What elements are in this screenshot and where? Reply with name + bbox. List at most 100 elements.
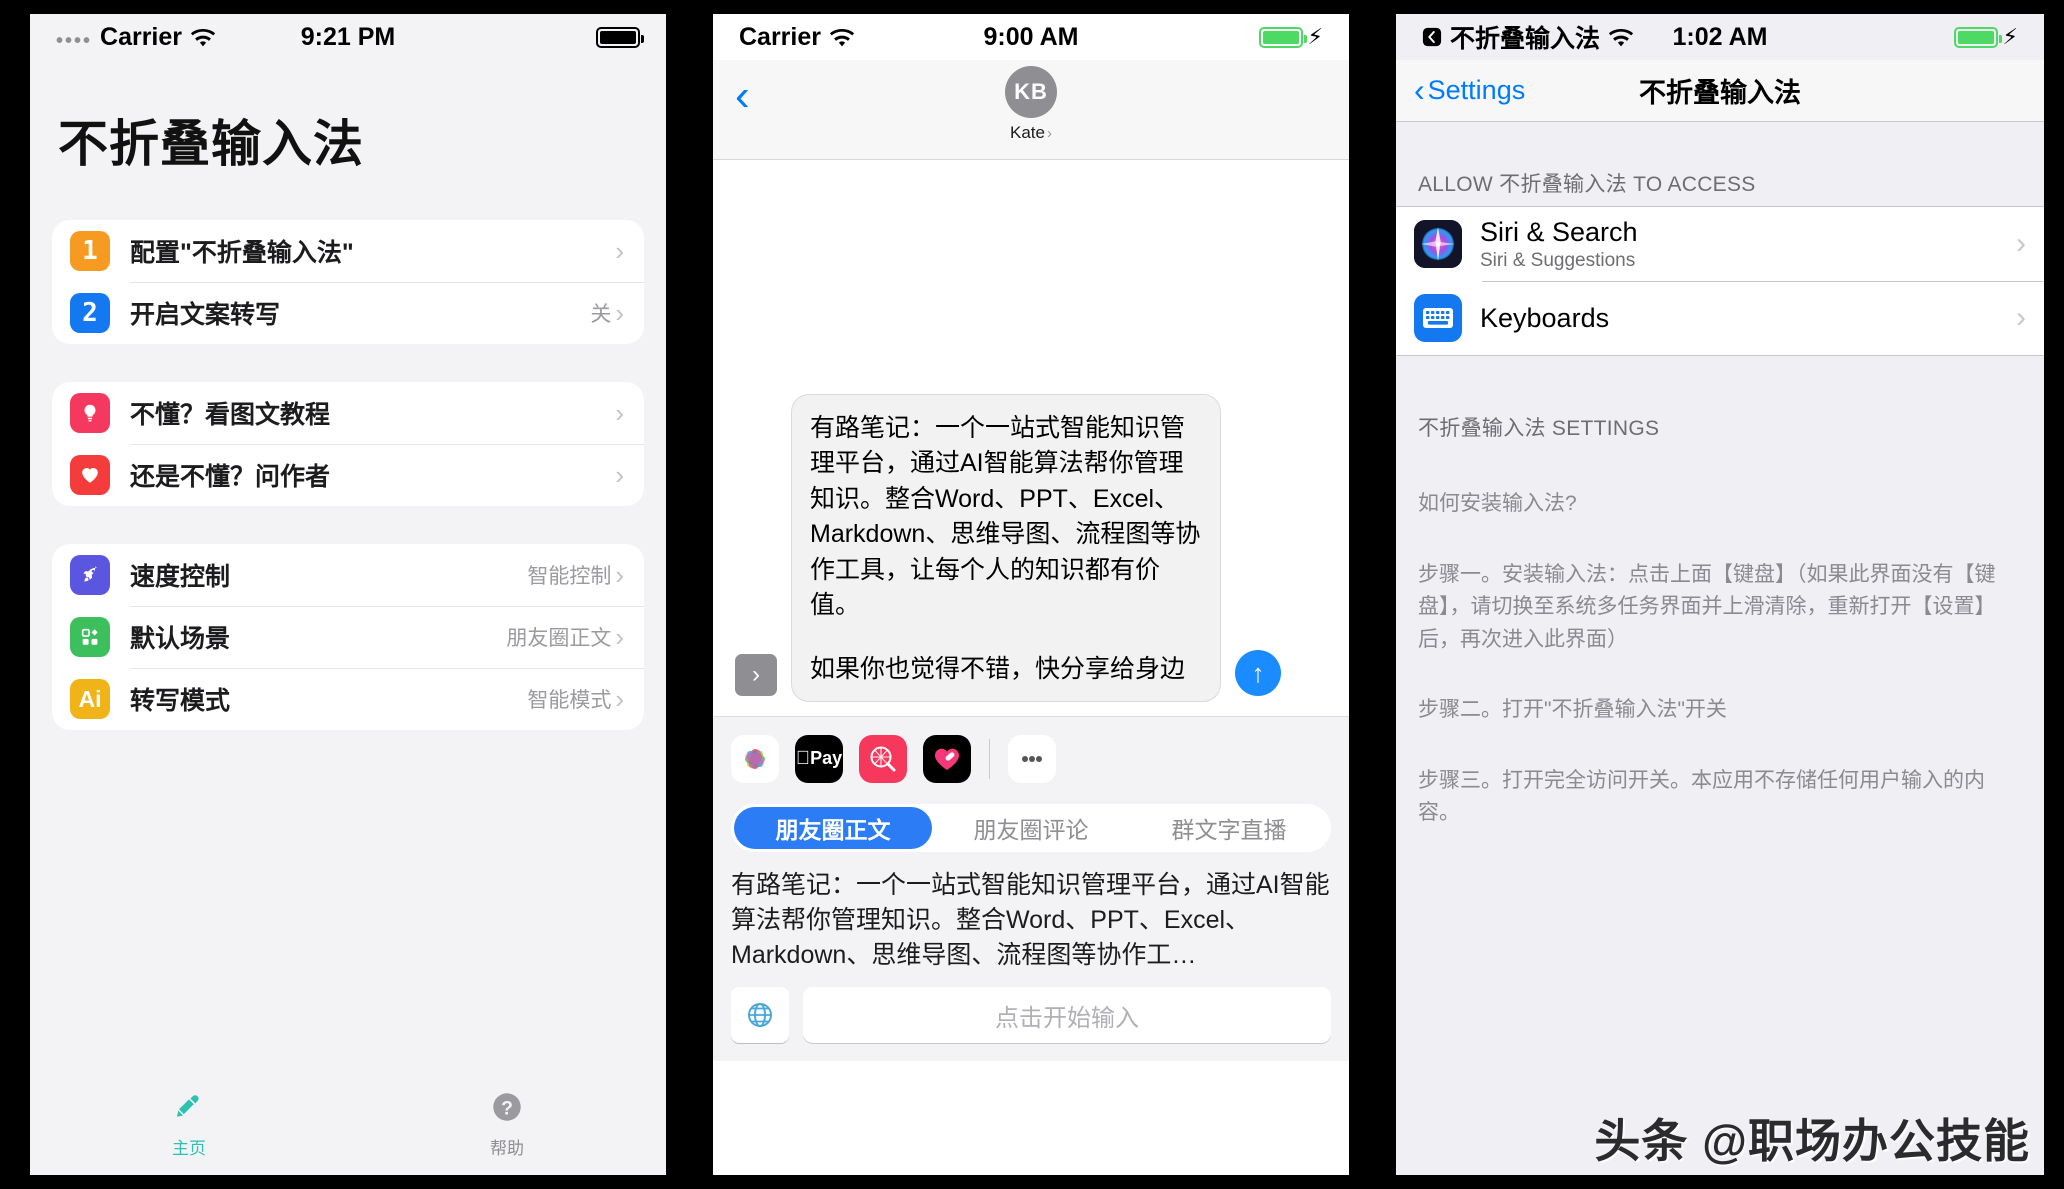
tab-home[interactable]: 主页 xyxy=(30,1091,348,1159)
row-siri-and-search[interactable]: Siri & Search Siri & Suggestions › xyxy=(1396,207,2044,281)
row-speed-control[interactable]: 速度控制 智能控制 › xyxy=(52,544,644,606)
phone-panel-app-home: •••• Carrier 9:21 PM 不折叠输入法 1 配置"不折叠输入法"… xyxy=(30,14,666,1175)
row-value: 朋友圈正文 xyxy=(506,627,612,650)
row-title: Keyboards xyxy=(1480,302,1610,333)
bubble-paragraph-1: 有路笔记：一个一站式智能知识管理平台，通过AI智能算法帮你管理知识。整合Word… xyxy=(810,413,1201,620)
number-two-icon: 2 xyxy=(70,293,110,333)
row-configure-ime[interactable]: 1 配置"不折叠输入法" › xyxy=(52,220,644,282)
section-header-app-settings: 不折叠输入法 SETTINGS xyxy=(1418,417,1660,440)
chevron-right-icon: › xyxy=(615,622,624,652)
lightning-bolt-icon: ⚡ xyxy=(1307,24,1323,49)
settings-card-options: 速度控制 智能控制 › 默认场景 朋友圈正文 › Ai 转写模式 智能模式 › xyxy=(52,544,644,730)
battery-icon xyxy=(596,26,644,48)
segment-group-live-text[interactable]: 群文字直播 xyxy=(1130,807,1328,849)
question-mark-icon: ? xyxy=(491,1091,523,1128)
row-value: 智能模式 xyxy=(527,689,612,712)
lightbulb-icon xyxy=(70,393,110,433)
row-view-tutorial[interactable]: 不懂？看图文教程 › xyxy=(52,382,644,444)
chevron-right-icon: › xyxy=(615,460,624,490)
tab-help[interactable]: ? 帮助 xyxy=(348,1091,666,1159)
number-one-icon: 1 xyxy=(70,231,110,271)
chevron-right-icon: › xyxy=(615,236,624,266)
segment-moments-post[interactable]: 朋友圈正文 xyxy=(734,807,932,849)
status-bar: Carrier 9:00 AM ⚡ xyxy=(713,14,1349,60)
search-input[interactable]: 点击开始输入 xyxy=(803,987,1331,1043)
settings-nav-bar: ‹ Settings 不折叠输入法 xyxy=(1396,60,2044,122)
tab-label: 帮助 xyxy=(490,1139,524,1158)
chevron-right-icon[interactable]: › xyxy=(735,654,777,696)
back-arrow-badge-icon[interactable] xyxy=(1422,27,1442,47)
keyboard-icon xyxy=(1414,294,1462,342)
row-label: 默认场景 xyxy=(130,625,231,653)
pen-icon xyxy=(173,1091,205,1128)
phone-panel-messages: Carrier 9:00 AM ⚡ ‹ KB Kate › › 有路笔记：一个一… xyxy=(713,14,1349,1175)
status-bar: 不折叠输入法 1:02 AM ⚡ xyxy=(1396,14,2044,60)
chevron-left-icon: ‹ xyxy=(1414,71,1425,108)
carrier-label: Carrier xyxy=(100,22,183,51)
watermark: 头条 @职场办公技能 xyxy=(1594,1115,2030,1167)
status-bar: •••• Carrier 9:21 PM xyxy=(30,14,666,60)
row-keyboards[interactable]: Keyboards › xyxy=(1396,281,2044,355)
divider xyxy=(989,738,990,779)
photos-icon[interactable] xyxy=(731,734,779,783)
tab-label: 主页 xyxy=(172,1139,206,1158)
chevron-right-icon: › xyxy=(1046,125,1052,142)
row-value: 智能控制 xyxy=(527,565,612,588)
signal-dots-icon: •••• xyxy=(56,30,93,52)
segment-moments-comment[interactable]: 朋友圈评论 xyxy=(932,807,1130,849)
chevron-right-icon: › xyxy=(2016,301,2026,334)
battery-charging-icon xyxy=(1953,26,2002,48)
more-dots-icon[interactable] xyxy=(1008,734,1056,783)
row-label: 速度控制 xyxy=(130,563,231,591)
row-subtitle: Siri & Suggestions xyxy=(1480,249,1636,271)
store-search-icon[interactable] xyxy=(859,734,907,783)
back-app-label: 不折叠输入法 xyxy=(1450,25,1601,53)
note-install-question: 如何安装输入法? xyxy=(1418,492,1577,515)
note-step-three: 步骤三。打开完全访问开关。本应用不存储任何用户输入的内容。 xyxy=(1418,768,1985,825)
row-enable-transcription[interactable]: 2 开启文案转写 关 › xyxy=(52,282,644,344)
row-label: 开启文案转写 xyxy=(130,301,281,329)
send-arrow-up-icon[interactable]: ↑ xyxy=(1235,650,1281,696)
imessage-app-strip:  Pay xyxy=(713,716,1349,800)
composer-bubble-row: › 有路笔记：一个一站式智能知识管理平台，通过AI智能算法帮你管理知识。整合Wo… xyxy=(713,393,1349,702)
scene-segmented-control-wrap: 朋友圈正文 朋友圈评论 群文字直播 xyxy=(713,800,1349,862)
globe-icon[interactable] xyxy=(731,987,789,1043)
chevron-right-icon: › xyxy=(615,398,624,428)
contact-name: Kate › xyxy=(1010,123,1052,142)
ai-icon: Ai xyxy=(70,679,110,719)
back-button[interactable]: ‹ xyxy=(735,74,750,118)
phone-panel-ios-settings: 不折叠输入法 1:02 AM ⚡ ‹ Settings 不折叠输入法 ALLOW… xyxy=(1396,14,2044,1175)
page-title: 不折叠输入法 xyxy=(58,116,364,172)
battery-charging-icon xyxy=(1258,26,1307,48)
apple-pay-icon[interactable]:  Pay xyxy=(795,734,843,783)
chevron-right-icon: › xyxy=(615,684,624,714)
svg-text:?: ? xyxy=(501,1097,513,1119)
scene-segmented-control: 朋友圈正文 朋友圈评论 群文字直播 xyxy=(731,804,1331,852)
settings-card-setup: 1 配置"不折叠输入法" › 2 开启文案转写 关 › xyxy=(52,220,644,344)
row-ask-author[interactable]: 还是不懂？问作者 › xyxy=(52,444,644,506)
row-title: Siri & Search xyxy=(1480,216,1638,247)
back-button-settings[interactable]: ‹ Settings xyxy=(1414,71,1525,108)
row-transcription-mode[interactable]: Ai 转写模式 智能模式 › xyxy=(52,668,644,730)
heart-icon xyxy=(70,455,110,495)
text-preview: 有路笔记：一个一站式智能知识管理平台，通过AI智能算法帮你管理知识。整合Word… xyxy=(713,862,1349,973)
section-header-allow-access: ALLOW 不折叠输入法 TO ACCESS xyxy=(1418,173,1756,196)
siri-icon xyxy=(1414,220,1462,268)
carrier-label: Carrier xyxy=(739,22,821,51)
note-step-two: 步骤二。打开"不折叠输入法"开关 xyxy=(1418,698,1727,722)
screenshot-stage: •••• Carrier 9:21 PM 不折叠输入法 1 配置"不折叠输入法"… xyxy=(0,0,2064,1189)
health-heart-icon[interactable] xyxy=(923,734,971,783)
row-default-scene[interactable]: 默认场景 朋友圈正文 › xyxy=(52,606,644,668)
avatar: KB xyxy=(1005,66,1057,118)
row-label: 不懂？看图文教程 xyxy=(130,401,331,429)
wifi-icon xyxy=(190,27,216,47)
bottom-tab-bar: 主页 ? 帮助 xyxy=(30,1079,666,1175)
lightning-bolt-icon: ⚡ xyxy=(2002,24,2018,49)
row-label: 还是不懂？问作者 xyxy=(130,463,331,491)
keyboard-input-bar: 点击开始输入 xyxy=(713,973,1349,1061)
settings-card-help: 不懂？看图文教程 › 还是不懂？问作者 › xyxy=(52,382,644,506)
message-bubble[interactable]: 有路笔记：一个一站式智能知识管理平台，通过AI智能算法帮你管理知识。整合Word… xyxy=(791,393,1221,702)
contact-header[interactable]: KB Kate › xyxy=(1005,60,1057,143)
